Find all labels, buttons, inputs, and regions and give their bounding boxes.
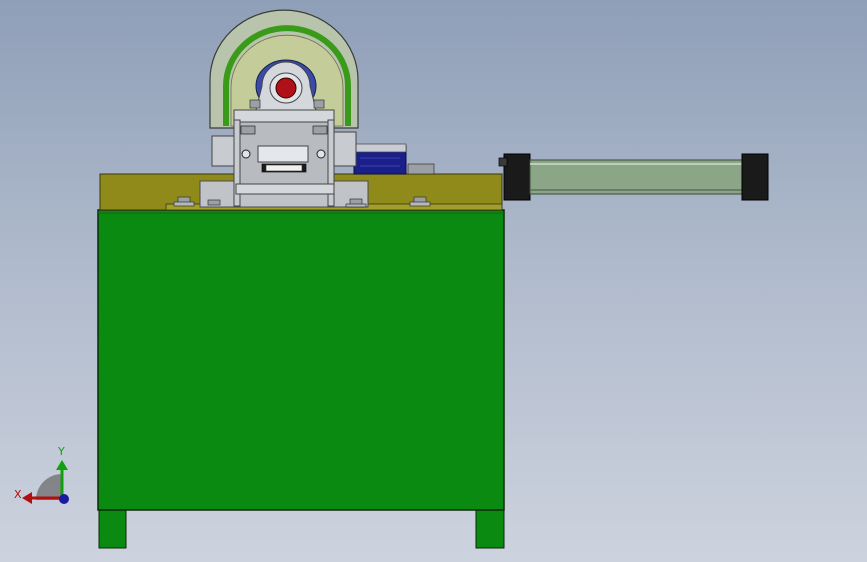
triad-plane-quadrant	[36, 474, 62, 500]
triad-z-axis-dot	[59, 494, 69, 504]
tabletop-small-bracket	[407, 163, 435, 175]
cad-model-scene[interactable]: Y X	[0, 0, 867, 562]
coordinate-triad: Y X	[14, 445, 69, 504]
left-leg	[98, 509, 127, 549]
triad-x-arrow	[22, 492, 32, 504]
triad-y-arrow	[56, 460, 68, 470]
clamp-bolt-tl	[240, 125, 256, 135]
motor-cap	[353, 143, 407, 153]
hub-spindle	[275, 77, 297, 99]
clamp-jaw-insert	[265, 164, 303, 172]
triad-y-label: Y	[57, 445, 65, 458]
clamp-bottom-bar	[235, 183, 335, 195]
cylinder-right-cap	[741, 153, 769, 201]
cylinder-left-port	[498, 157, 508, 167]
tabletop-bolt-mid	[207, 199, 221, 206]
hub-mount-right	[313, 99, 325, 109]
cylinder-barrel	[529, 159, 745, 195]
clamp-slot	[257, 145, 309, 163]
clamp-bolt-tr	[312, 125, 328, 135]
cabinet-body	[97, 209, 505, 511]
clamp-screw-left	[241, 149, 251, 159]
cad-graphics-viewport[interactable]: Y X	[0, 0, 867, 562]
clamp-top-bar	[233, 109, 335, 123]
hub-mount-left	[249, 99, 261, 109]
right-leg	[475, 509, 505, 549]
clamp-screw-right	[316, 149, 326, 159]
triad-x-label: X	[14, 488, 22, 501]
cylinder-left-cap	[503, 153, 531, 201]
